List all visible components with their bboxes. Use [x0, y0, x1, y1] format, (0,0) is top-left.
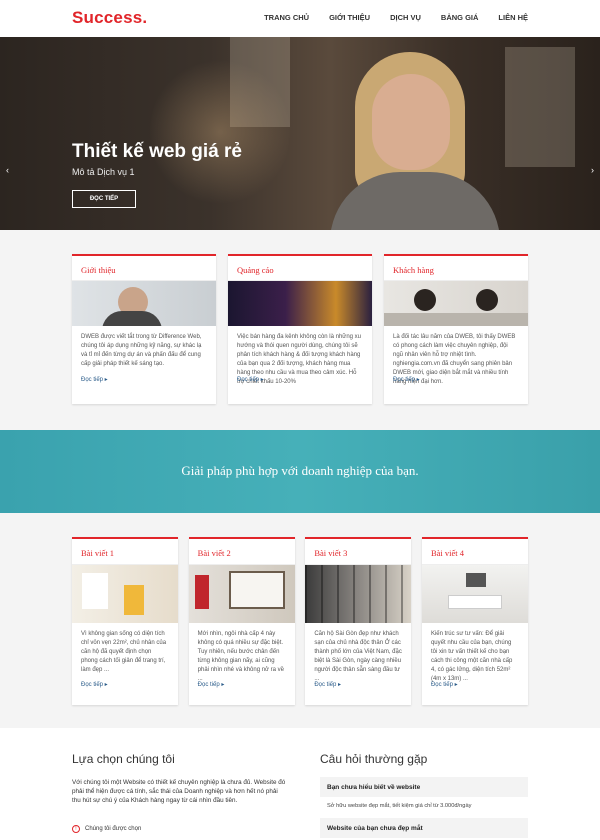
read-more-link[interactable]: Đọc tiếp ▸	[189, 681, 295, 688]
why-us-item: ! Chúng tôi được chọn	[72, 825, 141, 833]
read-more-link[interactable]: Đọc tiếp ▸	[305, 681, 411, 688]
post-card: Bài viết 3 Căn hộ Sài Gòn đẹp như khách …	[305, 537, 412, 705]
why-us-title: Lựa chọn chúng tôi	[72, 752, 175, 766]
card-text: Vì không gian sống có diện tích chỉ vỏn …	[81, 631, 167, 673]
card-image	[384, 281, 528, 326]
card-text: Kiến trúc sư tư vấn: Để giải quyết nhu c…	[430, 631, 513, 682]
card-title: Giới thiệu	[72, 256, 216, 281]
hero-title: Thiết kế web giá rẻ	[72, 141, 242, 162]
hero-read-more-button[interactable]: ĐỌC TIẾP	[72, 190, 136, 208]
service-cards: Giới thiệu DWEB được viết tắt trong từ D…	[72, 254, 528, 404]
service-card: Khách hàng Là đối tác lâu năm của DWEB, …	[384, 254, 528, 404]
card-title: Bài viết 4	[421, 539, 528, 565]
read-more-link[interactable]: Đọc tiếp ▸	[422, 681, 528, 688]
banner-text: Giải pháp phù hợp với doanh nghiệp của b…	[181, 463, 419, 478]
card-text: Việc bán hàng đa kênh không còn là những…	[237, 334, 362, 385]
site-logo[interactable]: Success.	[72, 8, 147, 28]
faq-question[interactable]: Bạn chưa hiểu biết về website	[320, 777, 528, 797]
card-text: DWEB được viết tắt trong từ Difference W…	[81, 334, 202, 367]
hero-subtitle: Mô tả Dịch vụ 1	[72, 167, 135, 177]
card-image	[72, 281, 216, 326]
info-section: Lựa chọn chúng tôi Với chúng tôi một Web…	[0, 728, 600, 840]
card-text: Là đối tác lâu năm của DWEB, tôi thấy DW…	[393, 334, 516, 385]
main-nav: TRANG CHỦ GIỚI THIỆU DỊCH VỤ BẢNG GIÁ LI…	[244, 13, 528, 22]
card-image	[305, 565, 412, 623]
card-image	[421, 565, 528, 623]
nav-home[interactable]: TRANG CHỦ	[264, 13, 309, 22]
card-title: Khách hàng	[384, 256, 528, 281]
faq-title: Câu hỏi thường gặp	[320, 752, 428, 766]
card-title: Bài viết 2	[188, 539, 295, 565]
hero-window	[505, 47, 575, 167]
slider-prev-icon[interactable]: ‹	[6, 165, 9, 175]
nav-pricing[interactable]: BẢNG GIÁ	[441, 13, 479, 22]
site-header: Success. TRANG CHỦ GIỚI THIỆU DỊCH VỤ BẢ…	[0, 0, 600, 37]
nav-about[interactable]: GIỚI THIỆU	[329, 13, 370, 22]
service-card: Quảng cáo Việc bán hàng đa kênh không cò…	[228, 254, 372, 404]
hero-slider: Thiết kế web giá rẻ Mô tả Dịch vụ 1 ĐỌC …	[0, 37, 600, 230]
card-image	[188, 565, 295, 623]
card-image	[72, 565, 178, 623]
faq-answer: Sở hữu website đẹp mắt, tiết kiệm giá ch…	[327, 803, 472, 809]
read-more-link[interactable]: Đọc tiếp ▸	[72, 376, 216, 383]
nav-contact[interactable]: LIÊN HỆ	[498, 13, 528, 22]
why-us-text: Với chúng tôi một Website có thiết kế ch…	[72, 779, 286, 804]
read-more-link[interactable]: Đọc tiếp ▸	[72, 681, 178, 688]
cta-banner: Giải pháp phù hợp với doanh nghiệp của b…	[0, 430, 600, 513]
info-icon: !	[72, 825, 80, 833]
hero-light	[150, 57, 290, 207]
card-title: Bài viết 3	[305, 539, 412, 565]
card-text: Mới nhìn, ngôi nhà cấp 4 này không có qu…	[197, 631, 284, 682]
service-card: Giới thiệu DWEB được viết tắt trong từ D…	[72, 254, 216, 404]
post-card: Bài viết 4 Kiến trúc sư tư vấn: Để giải …	[421, 537, 528, 705]
card-title: Quảng cáo	[228, 256, 372, 281]
nav-services[interactable]: DỊCH VỤ	[390, 13, 421, 22]
hero-photo-person	[330, 52, 500, 230]
card-text: Căn hộ Sài Gòn đẹp như khách sạn của chủ…	[314, 631, 402, 682]
post-cards: Bài viết 1 Vì không gian sống có diện tí…	[72, 537, 528, 705]
faq-question[interactable]: Website của bạn chưa đẹp mắt	[320, 818, 528, 838]
card-title: Bài viết 1	[72, 539, 178, 565]
slider-next-icon[interactable]: ›	[591, 165, 594, 175]
card-image	[228, 281, 372, 326]
post-card: Bài viết 1 Vì không gian sống có diện tí…	[72, 537, 178, 705]
why-us-item-label: Chúng tôi được chọn	[85, 826, 142, 832]
post-card: Bài viết 2 Mới nhìn, ngôi nhà cấp 4 này …	[188, 537, 295, 705]
